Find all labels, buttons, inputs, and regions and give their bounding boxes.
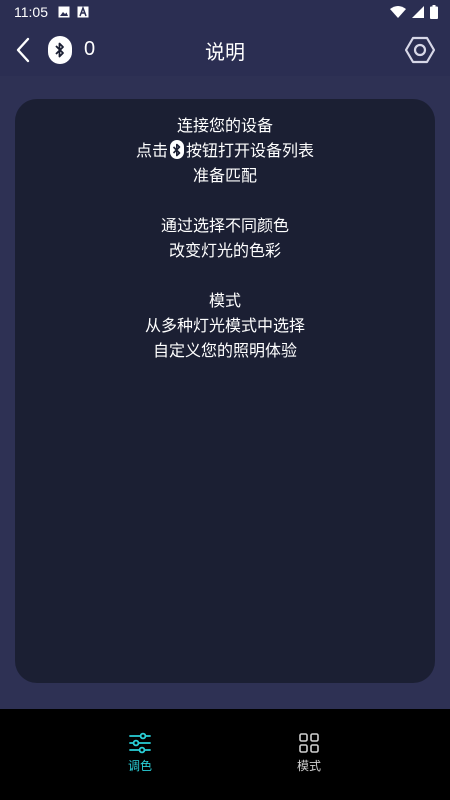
instructions-text: 连接您的设备 点击 按钮打开设备列表 准备匹配 通过选择不同颜色 改变灯光的色彩 … — [15, 99, 435, 363]
app-header: 0 说明 — [0, 24, 450, 76]
sliders-icon — [100, 731, 180, 755]
bluetooth-icon — [170, 140, 184, 159]
instructions-connect: 连接您的设备 点击 按钮打开设备列表 准备匹配 — [15, 113, 435, 188]
instruction-text: 按钮打开设备列表 — [186, 141, 315, 160]
instruction-line: 模式 — [208, 291, 241, 310]
nav-item-mode[interactable]: 模式 — [269, 731, 349, 774]
instruction-line: 通过选择不同颜色 — [160, 216, 289, 235]
wifi-icon — [390, 6, 406, 18]
nav-label: 调色 — [127, 759, 152, 773]
page-title: 说明 — [205, 40, 245, 64]
instruction-text: 点击 — [135, 141, 168, 160]
status-system-icons — [390, 5, 438, 19]
instruction-line: 自定义您的照明体验 — [152, 341, 297, 360]
hexagon-settings-icon — [405, 36, 435, 64]
instructions-color: 通过选择不同颜色 改变灯光的色彩 — [15, 213, 435, 263]
instructions-mode: 模式 从多种灯光模式中选择 自定义您的照明体验 — [15, 288, 435, 363]
instruction-line: 连接您的设备 — [176, 116, 273, 135]
font-icon — [77, 6, 89, 18]
instruction-line: 从多种灯光模式中选择 — [144, 316, 305, 335]
signal-icon — [412, 6, 424, 18]
status-notifications — [58, 6, 89, 18]
instruction-line: 改变灯光的色彩 — [168, 241, 281, 260]
instructions-card: 连接您的设备 点击 按钮打开设备列表 准备匹配 通过选择不同颜色 改变灯光的色彩 … — [15, 99, 435, 683]
settings-button[interactable] — [404, 34, 436, 66]
nav-item-color[interactable]: 调色 — [100, 731, 180, 774]
grid-icon — [269, 731, 349, 755]
content-area: 连接您的设备 点击 按钮打开设备列表 准备匹配 通过选择不同颜色 改变灯光的色彩 … — [0, 76, 450, 709]
nav-label: 模式 — [296, 759, 321, 773]
status-bar: 11:05 — [0, 0, 450, 24]
instruction-line: 准备匹配 — [192, 166, 257, 185]
status-time: 11:05 — [14, 4, 48, 20]
bottom-nav: 调色 模式 — [0, 709, 450, 800]
battery-icon — [430, 5, 438, 19]
instruction-line: 点击 按钮打开设备列表 — [15, 138, 435, 163]
image-icon — [58, 6, 70, 18]
